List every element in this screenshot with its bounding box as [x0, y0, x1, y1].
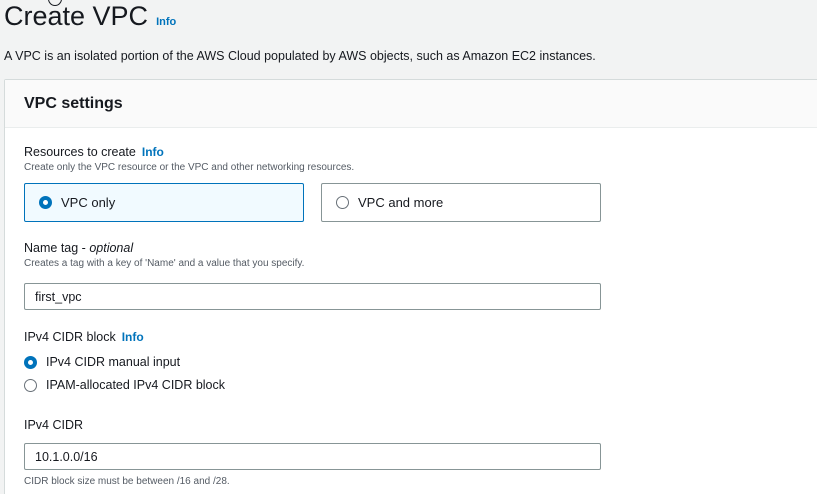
- vpc-settings-panel: VPC settings Resources to create Info Cr…: [4, 79, 817, 494]
- resources-info-link[interactable]: Info: [142, 145, 164, 159]
- ipv4-manual-label: IPv4 CIDR manual input: [46, 355, 181, 369]
- ipv4-cidr-block-field: IPv4 CIDR block Info: [24, 330, 144, 344]
- name-tag-optional: optional: [89, 241, 134, 255]
- title-info-link[interactable]: Info: [156, 16, 176, 28]
- ipv4-cidr-block-label-row: IPv4 CIDR block Info: [24, 330, 144, 344]
- page-description: A VPC is an isolated portion of the AWS …: [4, 49, 596, 63]
- ipv4-cidr-constraint: CIDR block size must be between /16 and …: [24, 476, 230, 487]
- ipam-allocated-radio-icon[interactable]: [24, 378, 37, 392]
- resources-tiles: VPC only VPC and more: [24, 183, 601, 222]
- vpc-and-more-radio-icon[interactable]: [336, 196, 349, 209]
- resources-label: Resources to create: [24, 145, 136, 159]
- ipam-allocated-option[interactable]: IPAM-allocated IPv4 CIDR block: [24, 378, 225, 392]
- ipv4-manual-option[interactable]: IPv4 CIDR manual input: [24, 355, 180, 369]
- vpc-only-radio-icon[interactable]: [39, 196, 52, 209]
- resources-hint: Create only the VPC resource or the VPC …: [24, 162, 355, 173]
- ipv4-manual-radio-icon[interactable]: [24, 355, 37, 369]
- vpc-and-more-label: VPC and more: [358, 195, 444, 210]
- panel-title: VPC settings: [24, 94, 123, 112]
- create-vpc-page: Create VPC Info A VPC is an isolated por…: [0, 0, 817, 494]
- name-tag-input[interactable]: [24, 283, 601, 310]
- title-row: Create VPC Info: [4, 0, 176, 36]
- name-tag-hint: Creates a tag with a key of 'Name' and a…: [24, 258, 305, 269]
- name-tag-label-row: Name tag - optional: [24, 241, 304, 255]
- ipv4-cidr-label: IPv4 CIDR: [24, 418, 84, 432]
- ipv4-cidr-block-label: IPv4 CIDR block: [24, 330, 116, 344]
- vpc-only-option[interactable]: VPC only: [24, 183, 304, 222]
- name-tag-field: Name tag - optional Creates a tag with a…: [24, 241, 304, 269]
- ipv4-cidr-input[interactable]: [24, 443, 601, 470]
- resources-field: Resources to create Info Create only the…: [24, 145, 354, 173]
- panel-header: VPC settings: [5, 80, 817, 128]
- vpc-and-more-option[interactable]: VPC and more: [321, 183, 601, 222]
- name-tag-label: Name tag - optional: [24, 241, 133, 255]
- ipv4-cidr-field: IPv4 CIDR: [24, 418, 83, 432]
- resources-label-row: Resources to create Info: [24, 145, 354, 159]
- ipv4-cidr-block-info-link[interactable]: Info: [122, 330, 144, 344]
- ipam-allocated-label: IPAM-allocated IPv4 CIDR block: [46, 378, 225, 392]
- name-tag-label-text: Name tag -: [24, 241, 90, 255]
- page-title: Create VPC: [4, 1, 149, 31]
- vpc-only-label: VPC only: [61, 195, 116, 210]
